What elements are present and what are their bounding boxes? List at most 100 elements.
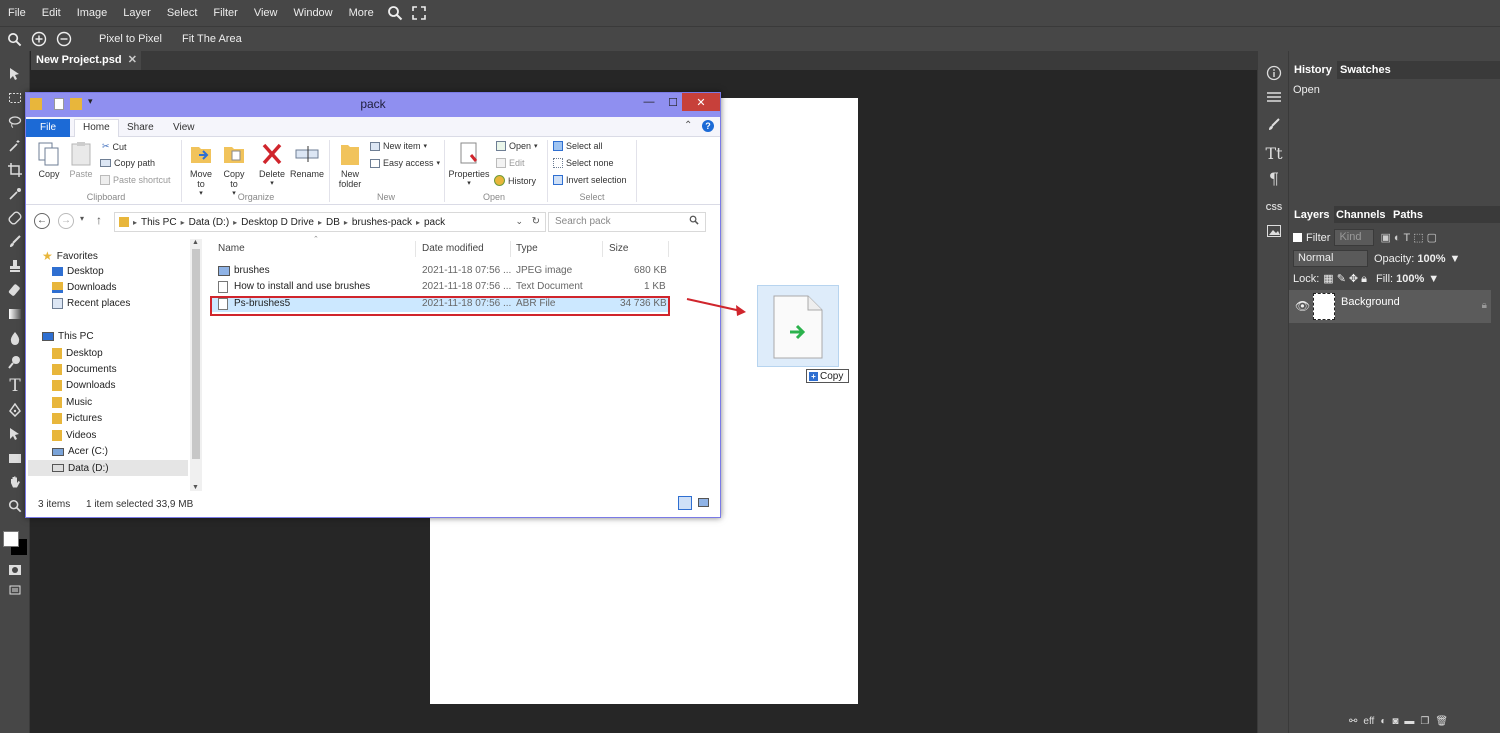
blend-mode-select[interactable]: Normal — [1293, 250, 1368, 267]
screen-mode-icon[interactable] — [5, 580, 25, 600]
forward-icon[interactable]: → — [58, 213, 74, 229]
search-input[interactable]: Search pack — [548, 212, 706, 232]
scroll-down-icon[interactable]: ▼ — [192, 484, 199, 491]
column-date-modified[interactable]: Date modified — [422, 243, 484, 254]
new-layer-icon[interactable]: ❐ — [1420, 716, 1429, 727]
tree-item-pc-downloads[interactable]: Downloads — [52, 380, 115, 391]
blur-tool-icon[interactable] — [5, 328, 25, 348]
tab-layers[interactable]: Layers — [1289, 206, 1335, 224]
up-icon[interactable]: ↑ — [96, 213, 102, 227]
mask-icon[interactable]: ◙ — [1392, 716, 1398, 727]
adjustment-layer-icon[interactable]: ◐ — [1380, 716, 1386, 727]
fill-value[interactable]: 100% — [1396, 273, 1424, 285]
cut-button[interactable]: ✂ Cut — [102, 141, 127, 152]
large-icons-view-icon[interactable] — [698, 498, 709, 507]
foreground-color-swatch[interactable] — [3, 531, 19, 547]
quick-mask-icon[interactable] — [5, 560, 25, 580]
breadcrumb-pack[interactable]: pack — [424, 217, 445, 228]
rename-button[interactable]: Rename — [290, 141, 324, 179]
details-view-icon[interactable] — [678, 496, 692, 510]
copy-path-button[interactable]: Copy path — [100, 158, 155, 168]
tab-file[interactable]: File — [26, 119, 71, 137]
column-size[interactable]: Size — [609, 243, 628, 254]
opacity-dropdown-icon[interactable]: ▼ — [1450, 253, 1461, 265]
fill-dropdown-icon[interactable]: ▼ — [1428, 273, 1439, 285]
info-icon[interactable] — [1264, 63, 1284, 83]
tree-item-acer-c[interactable]: Acer (C:) — [52, 446, 108, 457]
explorer-titlebar[interactable]: ▾ pack — ☐ ✕ — [26, 93, 720, 117]
close-tab-icon[interactable]: ✕ — [128, 51, 137, 70]
document-tab[interactable]: New Project.psd ✕ — [31, 51, 141, 70]
tab-home[interactable]: Home — [74, 119, 119, 138]
folder-icon[interactable]: ▬ — [1404, 716, 1414, 727]
paste-shortcut-button[interactable]: Paste shortcut — [100, 175, 171, 185]
menu-view[interactable]: View — [246, 0, 286, 26]
tree-item-pictures[interactable]: Pictures — [52, 413, 102, 424]
stamp-tool-icon[interactable] — [5, 256, 25, 276]
opacity-value[interactable]: 100% — [1417, 253, 1445, 265]
healing-brush-icon[interactable] — [5, 208, 25, 228]
crop-tool-icon[interactable] — [5, 160, 25, 180]
magic-wand-icon[interactable] — [5, 136, 25, 156]
css-icon[interactable]: CSS — [1264, 197, 1284, 217]
fullscreen-icon[interactable] — [408, 2, 430, 24]
kind-select[interactable]: Kind — [1334, 229, 1375, 246]
tree-item-documents[interactable]: Documents — [52, 364, 117, 375]
brush-settings-icon[interactable] — [1264, 115, 1284, 135]
new-folder-button[interactable]: New folder — [334, 141, 366, 189]
search-icon[interactable] — [689, 215, 699, 228]
tree-item-desktop[interactable]: Desktop — [52, 266, 104, 277]
history-button[interactable]: History — [494, 175, 536, 186]
nav-scroll-thumb[interactable] — [192, 249, 200, 459]
copy-button[interactable]: Copy — [34, 141, 64, 179]
layer-row[interactable]: 👁︎ Background 🔒︎ — [1289, 290, 1491, 323]
paste-button[interactable]: Paste — [66, 141, 96, 179]
invert-selection-button[interactable]: Invert selection — [553, 175, 627, 185]
link-icon[interactable]: ⚯ — [1349, 716, 1357, 727]
fit-area-button[interactable]: Fit The Area — [172, 33, 252, 45]
menu-more[interactable]: More — [341, 0, 382, 26]
gradient-tool-icon[interactable] — [5, 304, 25, 324]
effects-button[interactable]: eff — [1363, 716, 1374, 727]
breadcrumb-brushes-pack[interactable]: brushes-pack — [352, 217, 412, 228]
path-select-icon[interactable] — [5, 424, 25, 444]
marquee-tool-icon[interactable] — [5, 88, 25, 108]
nav-scrollbar[interactable]: ▲ ▼ — [190, 239, 202, 491]
address-dropdown-icon[interactable]: ⌄ — [515, 216, 523, 227]
hand-tool-icon[interactable] — [5, 472, 25, 492]
tree-item-data-d[interactable]: Data (D:) — [28, 460, 188, 476]
search-icon[interactable] — [384, 2, 406, 24]
breadcrumb-data-d[interactable]: Data (D:) — [189, 217, 230, 228]
address-bar[interactable]: ▸ This PC ▸ Data (D:) ▸ Desktop D Drive ▸ D… — [114, 212, 546, 232]
properties-button[interactable]: Properties ▾ — [448, 141, 490, 189]
edit-button[interactable]: Edit — [496, 158, 525, 168]
delete-button[interactable]: Delete ▾ — [256, 141, 288, 189]
adjustments-icon[interactable] — [1264, 87, 1284, 107]
tree-item-downloads[interactable]: Downloads — [52, 282, 116, 293]
table-row[interactable]: brushes 2021-11-18 07:56 ... JPEG image … — [212, 263, 668, 279]
eye-icon[interactable]: 👁︎ — [1295, 299, 1310, 313]
menu-file[interactable]: File — [0, 0, 34, 26]
character-icon[interactable]: Tt — [1264, 143, 1284, 163]
filter-checkbox[interactable] — [1293, 233, 1302, 242]
menu-image[interactable]: Image — [69, 0, 116, 26]
tree-this-pc[interactable]: This PC — [42, 331, 94, 342]
move-tool-icon[interactable] — [5, 64, 25, 84]
breadcrumb-desktop-d-drive[interactable]: Desktop D Drive — [241, 217, 314, 228]
close-icon[interactable]: ✕ — [682, 93, 720, 111]
rectangle-tool-icon[interactable] — [5, 448, 25, 468]
tree-item-music[interactable]: Music — [52, 397, 92, 408]
table-row[interactable]: How to install and use brushes 2021-11-1… — [212, 279, 668, 295]
zoom-in-icon[interactable] — [28, 28, 50, 50]
select-all-button[interactable]: Select all — [553, 141, 603, 151]
menu-window[interactable]: Window — [286, 0, 341, 26]
eraser-tool-icon[interactable] — [5, 280, 25, 300]
lasso-tool-icon[interactable] — [5, 112, 25, 132]
column-name[interactable]: Name — [218, 243, 245, 254]
tab-history[interactable]: History — [1289, 61, 1337, 79]
tab-paths[interactable]: Paths — [1388, 206, 1428, 224]
refresh-icon[interactable]: ↻ — [532, 216, 540, 227]
paragraph-icon[interactable]: ¶ — [1264, 168, 1284, 188]
collapse-ribbon-icon[interactable]: ⌃ — [684, 120, 692, 131]
tree-item-videos[interactable]: Videos — [52, 430, 96, 441]
